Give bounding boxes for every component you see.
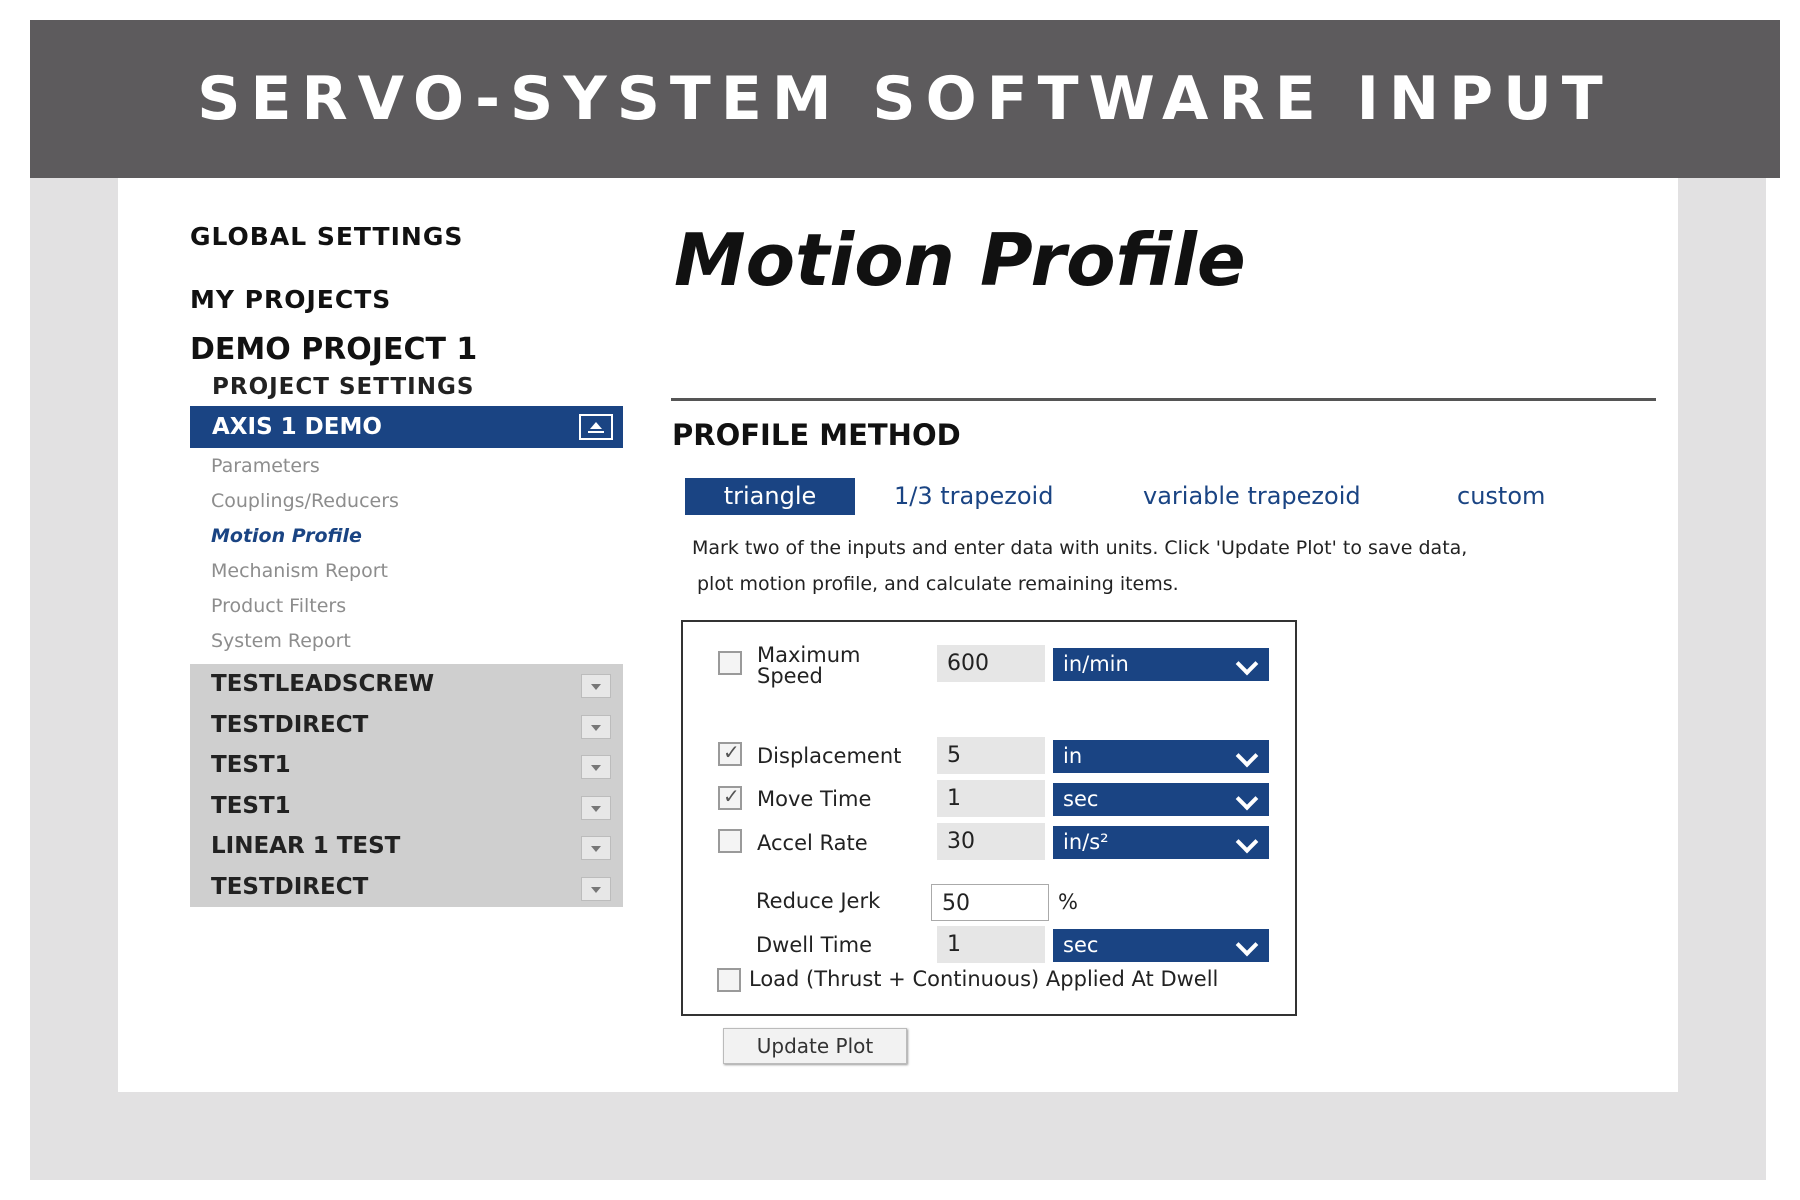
title-banner: SERVO-SYSTEM SOFTWARE INPUT <box>30 20 1780 178</box>
instructions-line-2: plot motion profile, and calculate remai… <box>697 573 1179 595</box>
axis-label: AXIS 1 DEMO <box>212 414 382 440</box>
chevron-down-icon[interactable] <box>581 836 611 860</box>
accel-rate-unit-select[interactable]: in/s² <box>1053 826 1269 859</box>
max-speed-input[interactable]: 600 <box>937 645 1045 682</box>
max-speed-unit-select[interactable]: in/min <box>1053 648 1269 681</box>
reduce-jerk-label: Reduce Jerk <box>756 889 881 913</box>
project-label: TESTDIRECT <box>211 712 369 738</box>
nav-my-projects[interactable]: MY PROJECTS <box>190 285 391 314</box>
nav-demo-project[interactable]: DEMO PROJECT 1 <box>190 332 477 367</box>
instructions-line-1: Mark two of the inputs and enter data wi… <box>692 537 1468 559</box>
tab-custom[interactable]: custom <box>1457 478 1545 515</box>
tab-one-third-trapezoid[interactable]: 1/3 trapezoid <box>894 478 1053 515</box>
accel-rate-label: Accel Rate <box>757 831 868 855</box>
move-time-unit-label: sec <box>1063 787 1099 811</box>
accel-rate-input[interactable]: 30 <box>937 823 1045 860</box>
sidebar-item-couplings[interactable]: Couplings/Reducers <box>211 490 399 512</box>
accel-rate-unit-label: in/s² <box>1063 830 1109 854</box>
max-speed-label-line1: Maximum <box>757 643 861 667</box>
project-label: TESTDIRECT <box>211 874 369 900</box>
project-label: LINEAR 1 TEST <box>211 833 401 859</box>
dwell-time-label: Dwell Time <box>756 933 873 957</box>
project-list: TESTLEADSCREW TESTDIRECT TEST1 TEST1 LIN… <box>190 664 623 907</box>
collapse-icon[interactable] <box>579 414 613 440</box>
divider <box>671 398 1656 401</box>
sidebar-item-product-filters[interactable]: Product Filters <box>211 595 346 617</box>
project-row[interactable]: LINEAR 1 TEST <box>190 826 623 866</box>
tab-variable-trapezoid[interactable]: variable trapezoid <box>1143 478 1361 515</box>
chevron-down-icon[interactable] <box>581 877 611 901</box>
project-label: TEST1 <box>211 752 291 778</box>
page-title: Motion Profile <box>674 218 1246 302</box>
displacement-unit-label: in <box>1063 744 1083 768</box>
chevron-down-icon[interactable] <box>581 674 611 698</box>
project-row[interactable]: TEST1 <box>190 786 623 826</box>
reduce-jerk-input[interactable]: 50 <box>931 884 1049 921</box>
chevron-down-icon[interactable] <box>581 715 611 739</box>
load-at-dwell-label: Load (Thrust + Continuous) Applied At Dw… <box>749 967 1219 991</box>
chevron-down-icon[interactable] <box>581 796 611 820</box>
max-speed-label-line2: Speed <box>757 664 823 688</box>
move-time-checkbox[interactable] <box>718 784 742 810</box>
banner-title: SERVO-SYSTEM SOFTWARE INPUT <box>197 64 1613 134</box>
move-time-label: Move Time <box>757 787 872 811</box>
chevron-down-icon <box>1235 744 1259 768</box>
dwell-time-unit-select[interactable]: sec <box>1053 929 1269 962</box>
nav-project-settings[interactable]: PROJECT SETTINGS <box>212 374 474 400</box>
sidebar-item-mechanism-report[interactable]: Mechanism Report <box>211 560 388 582</box>
displacement-input[interactable]: 5 <box>937 737 1045 774</box>
accel-rate-checkbox[interactable] <box>718 829 742 853</box>
nav-global-settings[interactable]: GLOBAL SETTINGS <box>190 222 463 251</box>
sidebar-item-parameters[interactable]: Parameters <box>211 455 320 477</box>
chevron-down-icon[interactable] <box>581 755 611 779</box>
dwell-time-unit-label: sec <box>1063 933 1099 957</box>
dwell-time-input[interactable]: 1 <box>937 926 1045 963</box>
project-row[interactable]: TESTDIRECT <box>190 705 623 745</box>
project-row[interactable]: TEST1 <box>190 745 623 785</box>
chevron-down-icon <box>1235 652 1259 676</box>
project-label: TESTLEADSCREW <box>211 671 435 697</box>
reduce-jerk-unit: % <box>1058 890 1078 914</box>
move-time-unit-select[interactable]: sec <box>1053 783 1269 816</box>
max-speed-checkbox[interactable] <box>718 651 742 675</box>
axis-header[interactable]: AXIS 1 DEMO <box>190 406 623 448</box>
section-title: PROFILE METHOD <box>672 418 961 452</box>
displacement-checkbox[interactable] <box>718 740 742 766</box>
tab-triangle[interactable]: triangle <box>685 478 855 515</box>
displacement-label: Displacement <box>757 744 902 768</box>
project-row[interactable]: TESTLEADSCREW <box>190 664 623 704</box>
load-at-dwell-checkbox[interactable] <box>717 968 741 992</box>
project-row[interactable]: TESTDIRECT <box>190 867 623 907</box>
project-label: TEST1 <box>211 793 291 819</box>
displacement-unit-select[interactable]: in <box>1053 740 1269 773</box>
move-time-input[interactable]: 1 <box>937 780 1045 817</box>
sidebar-item-motion-profile[interactable]: Motion Profile <box>211 525 362 547</box>
chevron-down-icon <box>1235 787 1259 811</box>
instructions: Mark two of the inputs and enter data wi… <box>692 530 1642 602</box>
sidebar-item-system-report[interactable]: System Report <box>211 630 351 652</box>
chevron-down-icon <box>1235 830 1259 854</box>
chevron-down-icon <box>1235 933 1259 957</box>
max-speed-unit-label: in/min <box>1063 652 1129 676</box>
update-plot-button[interactable]: Update Plot <box>723 1028 907 1064</box>
